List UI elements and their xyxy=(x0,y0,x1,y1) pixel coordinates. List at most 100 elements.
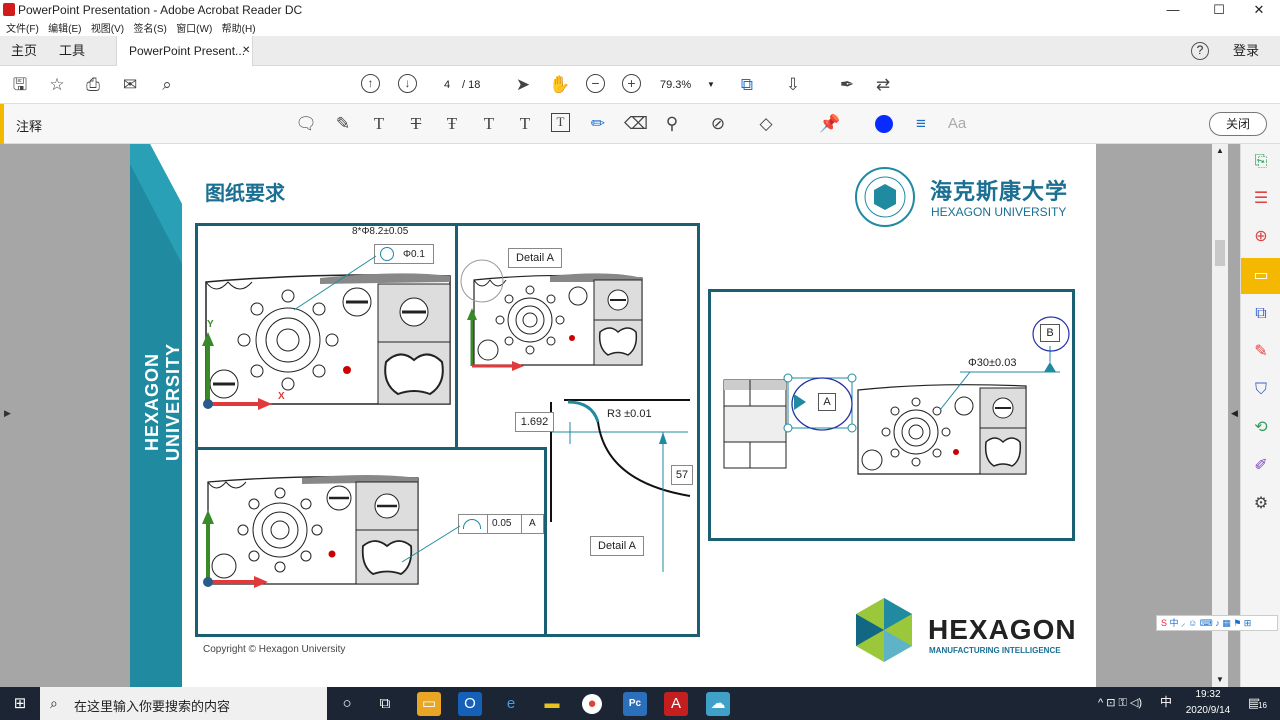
next-page-icon[interactable]: ↓ xyxy=(398,74,417,93)
axis-x-label: X xyxy=(278,391,285,402)
edit-pdf-icon[interactable]: ✐ xyxy=(1249,454,1273,478)
detail-a-label: Detail A xyxy=(508,248,562,268)
organize-pages-icon[interactable]: ☰ xyxy=(1249,187,1273,211)
login-button[interactable]: 登录 xyxy=(1233,36,1259,66)
underline-text-icon[interactable]: T xyxy=(368,113,390,135)
chrome-icon[interactable]: ● xyxy=(582,694,602,714)
scroll-mode-icon[interactable]: ⇩ xyxy=(782,74,804,96)
menu-help[interactable]: 帮助(H) xyxy=(222,20,256,35)
fit-page-icon[interactable]: ⧉ xyxy=(736,74,758,96)
tab-home[interactable]: 主页 xyxy=(11,36,37,66)
zoom-in-icon[interactable]: + xyxy=(622,74,641,93)
comment-toolbar: 注释 🗨 ✎ T T Ŧ T T T ✏ ⌫ ⚲ ⊘ ◇ 📌 ≡ Aa 关闭 xyxy=(0,104,1280,144)
replace-text-icon[interactable]: Ŧ xyxy=(441,113,463,135)
fill-sign-icon[interactable]: ✎ xyxy=(1249,340,1273,364)
add-text-icon[interactable]: T xyxy=(514,113,536,135)
print-icon[interactable]: ⎙ xyxy=(82,74,104,96)
bookmark-star-icon[interactable]: ☆ xyxy=(46,74,68,96)
tab-close-icon[interactable]: ✕ xyxy=(242,36,250,66)
insert-text-icon[interactable]: T xyxy=(478,113,500,135)
sticky-notes-icon[interactable]: ▬ xyxy=(540,692,564,716)
sign-icon[interactable]: ✒ xyxy=(836,74,858,96)
attach-icon[interactable]: ⊘ xyxy=(707,113,729,135)
color-picker-icon[interactable] xyxy=(875,115,893,133)
more-tools-icon[interactable]: ⚙ xyxy=(1249,492,1273,516)
close-comment-button[interactable]: 关闭 xyxy=(1209,112,1267,136)
radius-label: R3 ±0.01 xyxy=(607,408,652,420)
eraser-icon[interactable]: ⌫ xyxy=(624,113,648,135)
clock-date[interactable]: 2020/9/14 xyxy=(1179,705,1237,716)
profile-symbol-icon xyxy=(463,519,481,529)
acrobat-taskbar-icon[interactable]: A xyxy=(664,692,688,716)
clock-time[interactable]: 19:32 xyxy=(1185,689,1231,700)
ime-logo-icon: S xyxy=(1161,618,1168,628)
menu-file[interactable]: 文件(F) xyxy=(6,20,39,35)
windows-start-icon[interactable]: ⊞ xyxy=(8,692,32,716)
email-icon[interactable]: ✉ xyxy=(119,74,141,96)
detail-a-zoom xyxy=(550,399,691,572)
save-icon[interactable]: 🖫 xyxy=(9,74,31,96)
ime-toolbar[interactable]: S 中 ⸝ ☺ ⌨ ♪ ▦ ⚑ ⊞ xyxy=(1156,615,1278,631)
zoom-out-icon[interactable]: − xyxy=(586,74,605,93)
menu-edit[interactable]: 编辑(E) xyxy=(48,20,81,35)
vertical-scrollbar[interactable]: ▲ ▼ xyxy=(1212,144,1228,687)
outlook-icon[interactable]: O xyxy=(458,692,482,716)
cloud-app-icon[interactable]: ☁ xyxy=(706,692,730,716)
send-track-icon[interactable]: ⟲ xyxy=(1249,416,1273,440)
search-icon[interactable]: ⌕ xyxy=(156,74,178,96)
hexagon-brand-logo-icon xyxy=(856,598,912,662)
menu-view[interactable]: 视图(V) xyxy=(91,20,124,35)
file-explorer-icon[interactable]: ▭ xyxy=(417,692,441,716)
create-pdf-icon[interactable]: ⊕ xyxy=(1249,225,1273,249)
help-icon[interactable]: ? xyxy=(1191,42,1209,60)
sticky-note-icon[interactable]: 🗨 xyxy=(295,113,317,135)
right-panel-toggle-icon[interactable]: ◀ xyxy=(1231,408,1238,419)
frame-divider-v xyxy=(455,223,458,447)
minimize-button[interactable]: — xyxy=(1150,0,1196,20)
hand-tool-icon[interactable]: ✋ xyxy=(549,74,571,96)
tab-document[interactable]: PowerPoint Present... ✕ xyxy=(116,36,253,66)
hexagon-brand-name: HEXAGON xyxy=(928,614,1077,645)
zoom-dropdown-icon[interactable]: ▼ xyxy=(707,76,715,94)
side-banner-text: HEXAGON UNIVERSITY xyxy=(142,342,183,462)
ime-indicator[interactable]: 中 xyxy=(1160,693,1172,710)
comment-icon[interactable]: ▭ xyxy=(1249,264,1273,288)
select-cursor-icon[interactable]: ➤ xyxy=(512,74,534,96)
menu-window[interactable]: 窗口(W) xyxy=(176,20,212,35)
stamp-icon[interactable]: ⚲ xyxy=(661,113,683,135)
scroll-up-icon[interactable]: ▲ xyxy=(1216,146,1224,155)
combine-files-icon[interactable]: ⧉ xyxy=(1249,302,1273,326)
page-number-input[interactable]: 4 xyxy=(436,76,458,94)
strikethrough-icon[interactable]: T xyxy=(405,113,427,135)
close-window-button[interactable]: ✕ xyxy=(1236,0,1280,20)
left-panel-toggle-icon[interactable]: ▶ xyxy=(4,408,11,419)
logo-en: HEXAGON UNIVERSITY xyxy=(931,205,1067,219)
protect-icon[interactable]: ⛉ xyxy=(1249,378,1273,402)
task-view-icon[interactable]: ⧉ xyxy=(373,692,397,716)
share-icon[interactable]: ⇄ xyxy=(872,74,894,96)
font-size-icon[interactable]: Aa xyxy=(946,113,968,135)
shapes-icon[interactable]: ◇ xyxy=(755,113,777,135)
taskbar-search-box[interactable]: ⌕ 在这里输入你要搜索的内容 xyxy=(40,687,327,720)
draw-pencil-icon[interactable]: ✏ xyxy=(587,113,609,135)
prev-page-icon[interactable]: ↑ xyxy=(361,74,380,93)
detail-circle xyxy=(460,259,504,303)
tab-tools[interactable]: 工具 xyxy=(59,36,85,66)
highlight-pen-icon[interactable]: ✎ xyxy=(332,113,354,135)
pc-app-icon[interactable]: Pc xyxy=(623,692,647,716)
hexagon-university-seal-icon xyxy=(855,167,915,227)
slide-page: HEXAGON UNIVERSITY 图纸要求 海克斯康大学 HEXAGON U… xyxy=(130,144,1096,687)
line-weight-icon[interactable]: ≡ xyxy=(910,113,932,135)
edge-icon[interactable]: e xyxy=(499,692,523,716)
scroll-thumb[interactable] xyxy=(1215,240,1225,266)
axis-y-label: Y xyxy=(207,319,214,330)
text-box-icon[interactable]: T xyxy=(551,113,570,132)
export-pdf-icon[interactable]: ⎘ xyxy=(1249,150,1273,174)
cortana-icon[interactable]: ○ xyxy=(335,692,359,716)
slide-heading: 图纸要求 xyxy=(205,183,285,205)
zoom-level[interactable]: 79.3% xyxy=(660,76,691,94)
pin-icon[interactable]: 📌 xyxy=(819,113,841,135)
tray-icons[interactable]: ^ ⊡ ⚿ ◁) xyxy=(1098,696,1142,710)
scroll-down-icon[interactable]: ▼ xyxy=(1216,675,1224,684)
menu-sign[interactable]: 签名(S) xyxy=(134,20,167,35)
